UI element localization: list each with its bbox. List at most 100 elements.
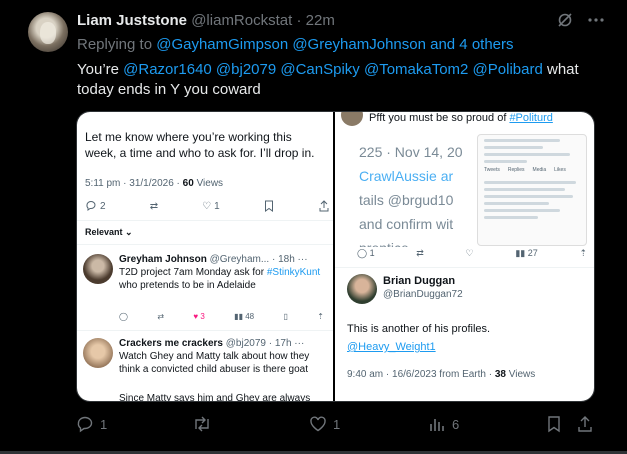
reply-icon [77, 416, 93, 433]
reply-header: Greyham Johnson @Greyham... · 18h ··· [119, 254, 308, 265]
replying-to: Replying to @GayhamGimpson @GreyhamJohns… [77, 36, 514, 53]
embedded-reply-count: 1 [369, 248, 375, 258]
share-icon [578, 416, 592, 432]
screenshot-like: ♡ 1 [202, 200, 220, 212]
bookmark-icon [264, 200, 274, 212]
heart-icon: ♡ [202, 200, 212, 212]
top-post-avatar [341, 112, 363, 126]
screenshot-reply-2: Crackers me crackers @bj2079 · 17h ··· W… [83, 338, 329, 401]
screenshot-views-label: Views [196, 178, 224, 189]
bookmark-button[interactable] [546, 415, 562, 433]
reply-likes: ♥ 3 [193, 312, 205, 321]
embedded-view-count: 27 [527, 248, 538, 258]
retweet-button[interactable] [192, 415, 218, 433]
divider [77, 220, 333, 221]
poster-name: Brian Duggan [383, 275, 456, 287]
replying-prefix: Replying to [77, 36, 153, 53]
screenshot-actions: 2 ⇄ ♡ 1 [85, 200, 330, 212]
author-name[interactable]: Liam Juststone [77, 12, 187, 29]
like-button[interactable]: 1 [309, 415, 340, 433]
header-separator: · [296, 12, 302, 29]
author-avatar[interactable] [28, 12, 68, 52]
reply-count: 1 [100, 416, 108, 432]
phone-line [484, 188, 565, 191]
share-icon [318, 200, 330, 212]
phone-tab: Tweets [484, 167, 500, 173]
reply-author-handle: @bj2079 · 17h ··· [225, 338, 305, 349]
author-handle[interactable]: @liamRockstat [191, 12, 292, 29]
tweet-header: Liam Juststone @liamRockstat · 22m [77, 12, 335, 29]
poster-views-count: 38 [494, 369, 506, 380]
blur-line: prentice. [359, 236, 469, 247]
reply-author-name: Greyham Johnson [119, 254, 207, 265]
tweet-mentions-link[interactable]: @Razor1640 @bj2079 @CanSpiky @TomakaTom2… [123, 61, 543, 78]
top-post-text: Pfft you must be so proud of #Politurd [369, 112, 553, 124]
phone-line [484, 146, 544, 149]
tweet-text: You’re @Razor1640 @bj2079 @CanSpiky @Tom… [77, 60, 597, 100]
phone-line [484, 216, 538, 219]
embedded-blurred-text: 225 · Nov 14, 20 CrawlAussie ar tails @b… [359, 140, 469, 247]
embedded-screenshot: 225 · Nov 14, 20 CrawlAussie ar tails @b… [357, 132, 587, 247]
poster-profile-link: @Heavy_Weight1 [347, 341, 436, 353]
reply-button[interactable]: 1 [76, 415, 107, 433]
like-count: 1 [333, 416, 341, 432]
reply-text-a: T2D project 7am Monday ask for [119, 267, 267, 278]
replying-mentions-link[interactable]: @GayhamGimpson @GreyhamJohnson and 4 oth… [156, 36, 513, 53]
blur-line: tails @brgud10 [359, 192, 454, 208]
phone-line [484, 160, 528, 163]
tweet[interactable]: Liam Juststone @liamRockstat · 22m Reply… [0, 0, 627, 454]
screenshot-reply-1: Greyham Johnson @Greyham... · 18h ··· T2… [83, 254, 329, 334]
reply-author-name: Crackers me crackers [119, 338, 223, 349]
poster-handle: @BrianDuggan72 [383, 289, 463, 300]
share-icon: ⇡ [579, 248, 587, 258]
phone-tab: Media [532, 167, 547, 173]
phone-line [484, 195, 573, 198]
reply-icon: ◯ [119, 312, 128, 321]
screenshot-reply-count: 2 [100, 200, 106, 212]
grok-icon[interactable] [557, 12, 573, 33]
poster-views-label: Views [508, 369, 536, 380]
screenshot-post-time: 5:11 pm · 31/1/2026 · [85, 178, 180, 189]
share-icon: ⇡ [317, 312, 324, 321]
share-button[interactable] [576, 415, 594, 433]
reply-avatar [83, 338, 113, 368]
reply-header: Crackers me crackers @bj2079 · 17h ··· [119, 338, 304, 349]
reply-avatar [83, 254, 113, 284]
screenshot-top-post: Pfft you must be so proud of #Politurd [335, 112, 594, 130]
bookmark-icon: ▯ [283, 312, 288, 321]
tweet-time[interactable]: 22m [306, 12, 335, 29]
sort-relevant: Relevant ⌄ [85, 227, 133, 237]
phone-tab: Replies [507, 167, 525, 173]
screenshot-like-count: 1 [214, 200, 220, 212]
embedded-replies: ◯ 1 [357, 248, 375, 258]
views-icon [430, 419, 444, 431]
media-image-left[interactable]: Let me know where you’re working this we… [77, 112, 333, 401]
screenshot-post-text: Let me know where you’re working this we… [85, 130, 315, 160]
top-post-hashtag: #Politurd [509, 112, 553, 124]
embedded-views: ▮▮ 27 [515, 248, 538, 258]
more-options-icon[interactable] [587, 12, 605, 33]
views-button[interactable]: 6 [428, 415, 459, 433]
poster-meta: 9:40 am · 16/6/2023 from Earth · 38 View… [347, 369, 535, 380]
tweet-media[interactable]: Let me know where you’re working this we… [76, 111, 595, 402]
reply-text: T2D project 7am Monday ask for #StinkyKu… [119, 266, 324, 292]
blur-line: and confirm wit [359, 216, 454, 232]
phone-line [484, 181, 576, 184]
screenshot-views-count: 60 [182, 178, 194, 189]
divider [77, 330, 333, 331]
blur-line: CrawlAussie ar [359, 168, 454, 184]
embedded-phone-screenshot: Tweets Replies Media Likes [477, 134, 587, 246]
blur-line: 225 · Nov 14, 20 [359, 144, 463, 160]
retweet-icon: ⇄ [416, 248, 424, 258]
poster-time: 9:40 am · 16/6/2023 from Earth · [347, 369, 493, 380]
tweet-text-start: You’re [77, 61, 119, 78]
media-image-right[interactable]: Pfft you must be so proud of #Politurd 2… [335, 112, 594, 401]
retweet-icon: ⇄ [157, 312, 165, 321]
reply-like-count: 3 [200, 312, 205, 321]
reply-text-more: Since Matty says him and Ghey are always [119, 393, 311, 402]
phone-tab: Likes [554, 167, 566, 173]
reply-text-b: who pretends to be in Adelaide [119, 280, 256, 291]
views-count: 6 [452, 416, 460, 432]
tweet-top-actions [557, 12, 605, 33]
phone-line [484, 139, 560, 142]
